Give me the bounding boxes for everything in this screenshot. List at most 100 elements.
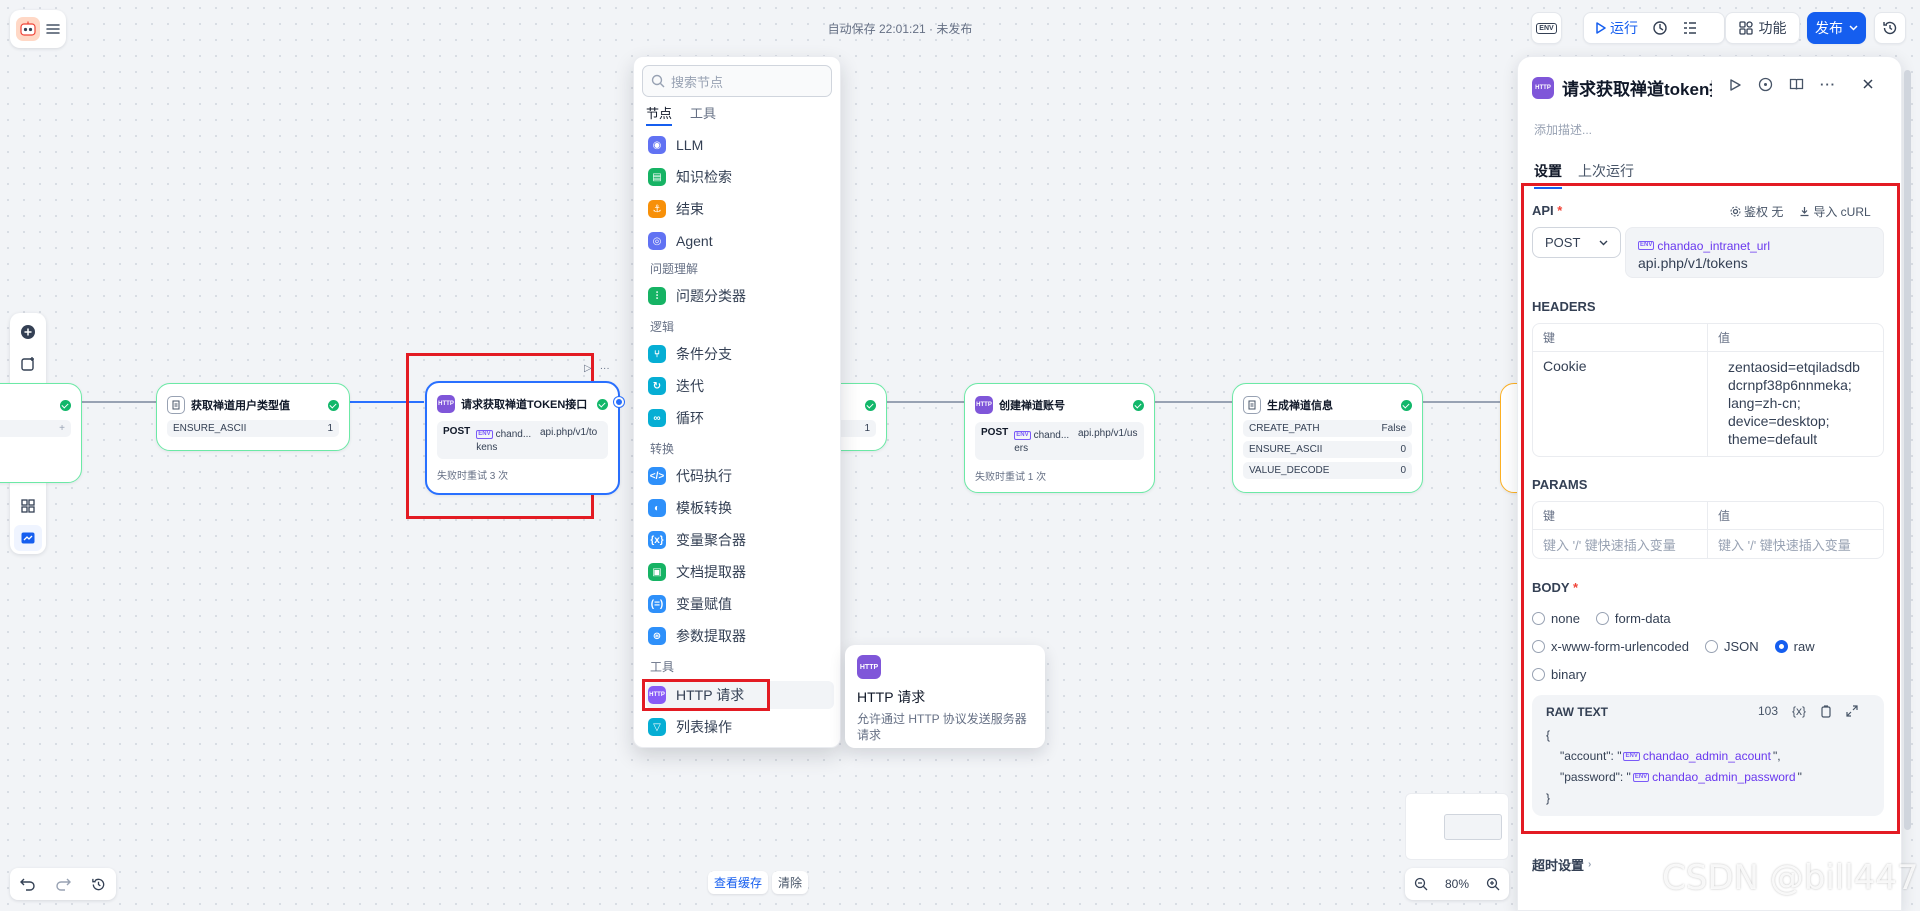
end-icon: ⚓ <box>648 200 666 218</box>
success-icon <box>1401 399 1412 411</box>
value-column-header: 值 <box>1718 509 1731 523</box>
run-button[interactable]: 运行 <box>1596 18 1638 38</box>
clear-cache-button[interactable]: 清除 <box>772 871 809 894</box>
node-picker: 搜索节点 节点 工具 ◉ LLM ▤ 知识检索 ⚓ 结束 ◎ Agent 问题理解 ⫶ 问… <box>633 56 841 748</box>
picker-item-doc-extract[interactable]: ▣ 文档提取器 <box>646 558 834 586</box>
body-radio-form-data[interactable]: form-data <box>1595 611 1671 626</box>
timeout-settings-toggle[interactable]: 超时设置 › <box>1532 855 1591 874</box>
zoom-out-icon[interactable] <box>1414 877 1428 891</box>
robot-logo-icon <box>16 17 40 41</box>
run-node-icon[interactable]: ▷ <box>584 363 592 374</box>
redo-icon[interactable] <box>55 877 72 891</box>
close-icon[interactable] <box>1861 77 1875 91</box>
assign-icon: (=) <box>648 595 666 613</box>
classifier-icon: ⫶ <box>648 287 666 305</box>
version-history-button[interactable] <box>1874 12 1906 44</box>
import-curl-button[interactable]: 导入 cURL <box>1799 203 1871 220</box>
add-note-icon[interactable] <box>14 351 42 377</box>
workflow-node-create-account[interactable]: HTTP 创建禅道账号 POST ENV chand... api.php/v1/… <box>964 383 1155 493</box>
picker-item-assign[interactable]: (=) 变量赋值 <box>646 590 834 618</box>
param-key-input[interactable]: 键入 '/' 键快速插入变量 <box>1533 530 1708 558</box>
workflow-node-get-token[interactable]: HTTP 请求获取禅道TOKEN接口 POST ENV chand... api.… <box>425 381 620 495</box>
chevron-right-icon: › <box>1588 859 1592 870</box>
code-icon: </> <box>648 467 666 485</box>
body-radio-binary[interactable]: binary <box>1532 667 1586 682</box>
add-next-node-port[interactable] <box>614 397 624 407</box>
panel-title[interactable]: 请求获取禅道token接 <box>1562 75 1712 100</box>
picker-item-list[interactable]: ▽ 列表操作 <box>646 713 834 741</box>
features-button[interactable]: 功能 <box>1725 12 1800 44</box>
retry-info: 失败时重试 3 次 <box>437 471 509 482</box>
http-icon: HTTP <box>1532 76 1554 99</box>
env-icon: ENV <box>1014 431 1031 440</box>
picker-item-llm[interactable]: ◉ LLM <box>646 131 834 159</box>
insert-variable-icon[interactable]: {x} <box>1792 704 1806 718</box>
picker-item-code[interactable]: </> 代码执行 <box>646 462 834 490</box>
picker-item-iteration[interactable]: ↻ 迭代 <box>646 372 834 400</box>
zoom-in-icon[interactable] <box>1486 877 1500 891</box>
picker-item-knowledge[interactable]: ▤ 知识检索 <box>646 163 834 191</box>
env-variable-chip: ENV chandao_intranet_url <box>1638 238 1771 253</box>
history-icon[interactable] <box>91 877 106 892</box>
picker-item-loop[interactable]: ∞ 循环 <box>646 404 834 432</box>
book-icon[interactable] <box>1789 77 1804 92</box>
workflow-node-partial[interactable]: + <box>0 383 82 483</box>
auth-button[interactable]: 鉴权 无 <box>1730 203 1783 220</box>
undo-icon[interactable] <box>19 877 36 891</box>
method-select[interactable]: POST <box>1532 227 1621 258</box>
search-input[interactable]: 搜索节点 <box>642 65 832 97</box>
view-cache-button[interactable]: 查看缓存 <box>708 871 769 894</box>
expand-icon[interactable] <box>1846 705 1858 717</box>
history-run-icon[interactable] <box>1652 20 1668 36</box>
description-input[interactable]: 添加描述... <box>1534 121 1592 138</box>
more-icon[interactable]: ··· <box>600 363 610 374</box>
workflow-node-get-user-type[interactable]: 获取禅道用户类型值 ENSURE_ASCII 1 <box>156 383 350 451</box>
edge <box>887 401 964 403</box>
http-tooltip-card: HTTP HTTP 请求 允许通过 HTTP 协议发送服务器请求 <box>845 645 1045 748</box>
picker-item-aggregator[interactable]: {x} 变量聚合器 <box>646 526 834 554</box>
copy-icon[interactable] <box>1820 704 1832 718</box>
header-value[interactable]: zentaosid=etqiladsdb dcrnpf38p6nnmeka; l… <box>1708 352 1880 456</box>
headers-label: HEADERS <box>1532 299 1596 314</box>
env-icon: ENV <box>1623 752 1640 761</box>
node-request: POST ENV chand... api.php/v1/to kens <box>437 421 608 459</box>
picker-item-template[interactable]: ◐ 模板转换 <box>646 494 834 522</box>
tab-tools[interactable]: 工具 <box>690 103 716 126</box>
env-variable-chip: ENV chandao_admin_password <box>1632 770 1796 784</box>
menu-icon[interactable] <box>46 23 60 35</box>
help-icon[interactable] <box>1758 77 1773 92</box>
raw-text-editor[interactable]: RAW TEXT 103 {x} { "account": " ENV chand… <box>1532 695 1884 816</box>
publish-button[interactable]: 发布 <box>1807 12 1866 44</box>
template-node-icon <box>167 396 185 414</box>
panel-scrollbar[interactable] <box>1904 70 1911 830</box>
tab-nodes[interactable]: 节点 <box>646 103 673 126</box>
add-node-icon[interactable] <box>14 319 42 345</box>
checklist-icon[interactable] <box>1682 20 1698 36</box>
body-radio-urlencoded[interactable]: x-www-form-urlencoded <box>1532 639 1689 654</box>
picker-item-agent[interactable]: ◎ Agent <box>646 227 834 255</box>
url-input[interactable]: ENV chandao_intranet_url api.php/v1/token… <box>1625 227 1884 278</box>
param-value-input[interactable]: 键入 '/' 键快速插入变量 <box>1708 535 1861 554</box>
header-key[interactable]: Cookie <box>1533 352 1708 456</box>
more-icon[interactable]: ··· <box>1820 77 1836 92</box>
body-radio-none[interactable]: none <box>1532 611 1580 626</box>
workflow-node-gen-info[interactable]: 生成禅道信息 CREATE_PATH False ENSURE_ASCII 0 VA… <box>1232 383 1423 493</box>
env-button[interactable]: ENV <box>1531 12 1562 44</box>
watermark: CSDN @bill447 <box>1662 858 1919 898</box>
organize-blocks-icon[interactable] <box>14 493 42 519</box>
picker-item-branch[interactable]: ⑂ 条件分支 <box>646 340 834 368</box>
picker-item-end[interactable]: ⚓ 结束 <box>646 195 834 223</box>
value-column-header: 值 <box>1718 331 1731 345</box>
run-node-icon[interactable] <box>1728 78 1742 92</box>
body-radio-raw[interactable]: raw <box>1774 639 1815 654</box>
node-param-row: ENSURE_ASCII 1 <box>167 420 339 437</box>
picker-item-param[interactable]: ⊛ 参数提取器 <box>646 622 834 650</box>
minimap-toggle-icon[interactable] <box>14 525 42 551</box>
highlight-box <box>642 679 770 711</box>
node-param-row: ENSURE_ASCII 0 <box>1243 441 1412 458</box>
picker-item-classifier[interactable]: ⫶ 问题分类器 <box>646 282 834 310</box>
zoom-level[interactable]: 80% <box>1445 877 1469 891</box>
body-radio-json[interactable]: JSON <box>1704 639 1759 654</box>
app-logo-menu[interactable] <box>10 10 66 48</box>
minimap[interactable] <box>1405 793 1509 860</box>
